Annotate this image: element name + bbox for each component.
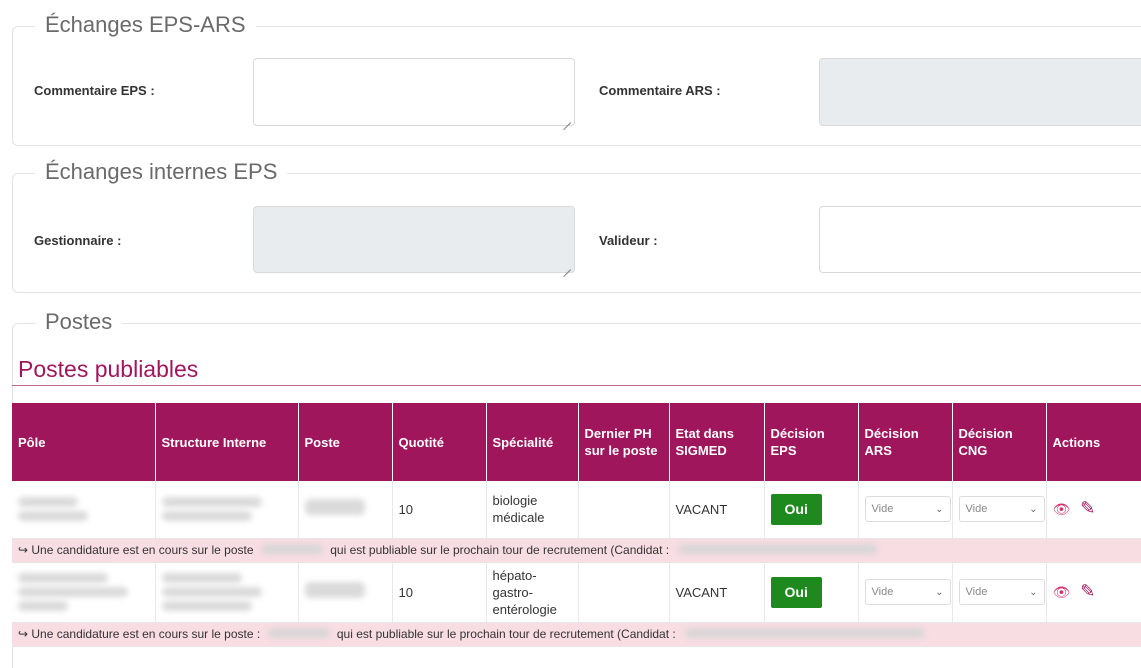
eye-icon[interactable]: 👁	[1053, 584, 1071, 600]
commentaire-ars-textarea	[819, 58, 1141, 126]
cell-specialite: biologie médicale	[486, 481, 579, 539]
postes-publiables-title: Postes publiables	[18, 356, 199, 382]
decision-eps-oui-button[interactable]: Oui	[770, 576, 822, 608]
col-decision-cng[interactable]: Décision CNG	[952, 403, 1047, 481]
chevron-down-icon: ⌄	[1029, 586, 1038, 598]
commentaire-ars-label: Commentaire ARS :	[599, 83, 721, 98]
col-decision-eps[interactable]: Décision EPS	[764, 403, 859, 481]
table-row: 10 biologie médicale VACANT Oui Vide ⌄ Vi…	[12, 481, 1141, 539]
table-row: 10 hépato-gastro-entérologie VACANT Oui …	[12, 562, 1141, 623]
select-value: Vide	[871, 502, 894, 515]
info-suffix: qui est publiable sur le prochain tour d…	[330, 542, 670, 557]
cell-quotite: 10	[392, 562, 487, 623]
commentaire-eps-textarea[interactable]	[253, 58, 575, 126]
col-pole[interactable]: Pôle	[12, 403, 156, 481]
chevron-down-icon: ⌄	[1029, 503, 1038, 515]
postes-table: Pôle Structure Interne Poste Quotité Spé…	[12, 403, 1141, 647]
cell-dernier-ph	[578, 562, 670, 623]
cell-decision-eps: Oui	[764, 562, 859, 623]
cell-decision-ars: Vide ⌄	[858, 481, 953, 539]
cell-decision-ars: Vide ⌄	[858, 562, 953, 623]
cell-structure	[155, 562, 299, 623]
decision-eps-oui-button[interactable]: Oui	[770, 493, 822, 525]
info-prefix: ↪ Une candidature est en cours sur le po…	[18, 626, 261, 641]
gestionnaire-textarea	[253, 206, 575, 273]
cell-actions: 👁 ✎	[1046, 562, 1141, 623]
candidature-info: ↪ Une candidature est en cours sur le po…	[12, 538, 1141, 563]
col-specialite[interactable]: Spécialité	[486, 403, 579, 481]
candidature-info: ↪ Une candidature est en cours sur le po…	[12, 622, 1141, 647]
col-quotite[interactable]: Quotité	[392, 403, 487, 481]
col-dernier-ph[interactable]: Dernier PH sur le poste	[578, 403, 670, 481]
cell-etat: VACANT	[669, 481, 765, 539]
cell-specialite: hépato-gastro-entérologie	[486, 562, 579, 623]
col-etat-sigmed[interactable]: Etat dans SIGMED	[669, 403, 765, 481]
valideur-label: Valideur :	[599, 233, 658, 248]
eye-icon[interactable]: 👁	[1053, 501, 1071, 517]
resize-handle[interactable]	[563, 115, 571, 123]
select-value: Vide	[871, 585, 894, 598]
cell-decision-cng: Vide ⌄	[952, 481, 1047, 539]
edit-icon[interactable]: ✎	[1080, 581, 1095, 601]
cell-pole	[12, 481, 156, 539]
decision-ars-select[interactable]: Vide ⌄	[864, 579, 951, 605]
info-prefix: ↪ Une candidature est en cours sur le po…	[18, 542, 254, 557]
col-structure-interne[interactable]: Structure Interne	[155, 403, 299, 481]
col-actions: Actions	[1046, 403, 1141, 481]
cell-dernier-ph	[578, 481, 670, 539]
fieldset-echanges-eps-ars: Échanges EPS-ARS Commentaire EPS : Comme…	[12, 12, 1141, 146]
gestionnaire-label: Gestionnaire :	[34, 233, 122, 248]
decision-cng-select[interactable]: Vide ⌄	[958, 496, 1045, 523]
cell-quotite: 10	[392, 481, 487, 539]
fieldset-echanges-internes: Échanges internes EPS Gestionnaire : Val…	[12, 159, 1141, 293]
col-decision-ars[interactable]: Décision ARS	[858, 403, 953, 481]
valideur-textarea[interactable]	[819, 206, 1141, 273]
title-divider	[12, 385, 1141, 386]
col-poste[interactable]: Poste	[298, 403, 393, 481]
cell-decision-eps: Oui	[764, 481, 859, 539]
fieldset-legend: Postes	[35, 309, 123, 335]
cell-poste	[298, 562, 393, 623]
candidature-info-row: ↪ Une candidature est en cours sur le po…	[12, 538, 1141, 563]
fieldset-legend: Échanges internes EPS	[35, 159, 288, 185]
info-suffix: qui est publiable sur le prochain tour d…	[336, 626, 676, 641]
resize-handle	[563, 262, 571, 270]
fieldset-legend: Échanges EPS-ARS	[35, 12, 256, 38]
select-value: Vide	[965, 502, 988, 515]
commentaire-eps-label: Commentaire EPS :	[34, 83, 155, 98]
cell-etat: VACANT	[669, 562, 765, 623]
decision-ars-select[interactable]: Vide ⌄	[864, 496, 951, 523]
table-header-row: Pôle Structure Interne Poste Quotité Spé…	[12, 403, 1141, 481]
chevron-down-icon: ⌄	[935, 586, 944, 598]
cell-pole	[12, 562, 156, 623]
candidature-info-row: ↪ Une candidature est en cours sur le po…	[12, 622, 1141, 647]
decision-cng-select[interactable]: Vide ⌄	[958, 579, 1045, 605]
select-value: Vide	[965, 585, 988, 598]
chevron-down-icon: ⌄	[935, 503, 944, 515]
cell-poste	[298, 481, 393, 539]
cell-actions: 👁 ✎	[1046, 481, 1141, 539]
cell-structure	[155, 481, 299, 539]
edit-icon[interactable]: ✎	[1080, 498, 1095, 518]
cell-decision-cng: Vide ⌄	[952, 562, 1047, 623]
